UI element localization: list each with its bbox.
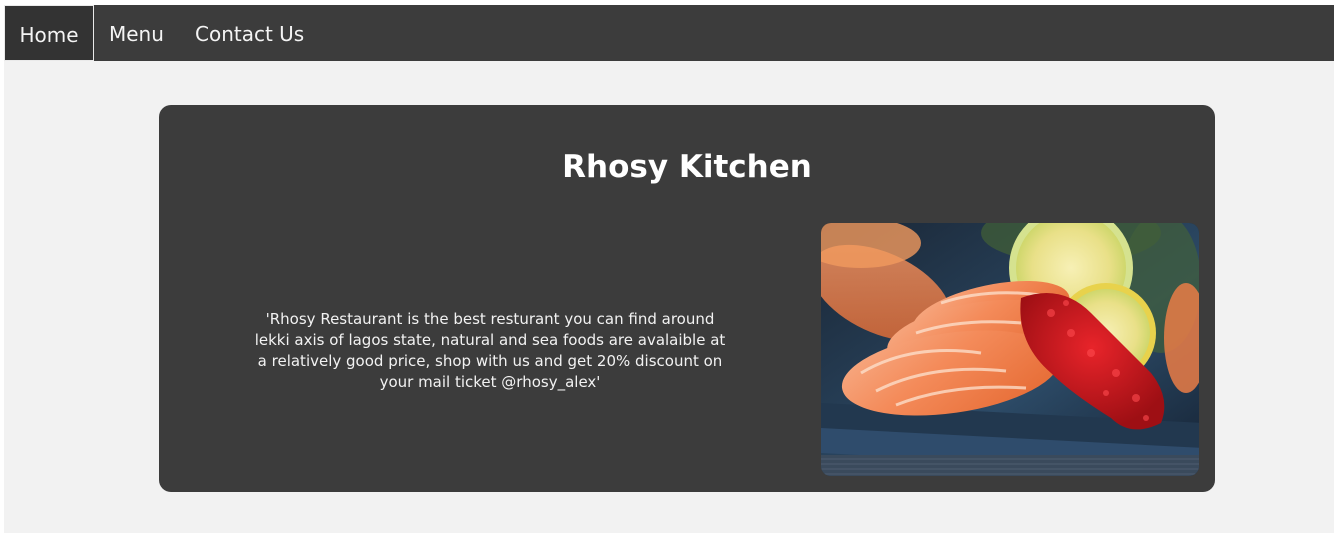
restaurant-description: 'Rhosy Restaurant is the best resturant … — [254, 310, 726, 391]
top-navbar: Home Menu Contact Us — [4, 5, 1334, 61]
page-background: Home Menu Contact Us Rhosy Kitchen 'Rhos… — [4, 5, 1334, 533]
restaurant-card: Rhosy Kitchen 'Rhosy Restaurant is the b… — [159, 105, 1215, 492]
nav-home-link[interactable]: Home — [4, 5, 94, 61]
salmon-sushi-image — [821, 223, 1199, 476]
salmon-sushi-illustration — [821, 223, 1199, 476]
nav-contact-link[interactable]: Contact Us — [195, 5, 304, 61]
nav-menu-link[interactable]: Menu — [109, 5, 164, 61]
restaurant-title: Rhosy Kitchen — [562, 149, 812, 185]
